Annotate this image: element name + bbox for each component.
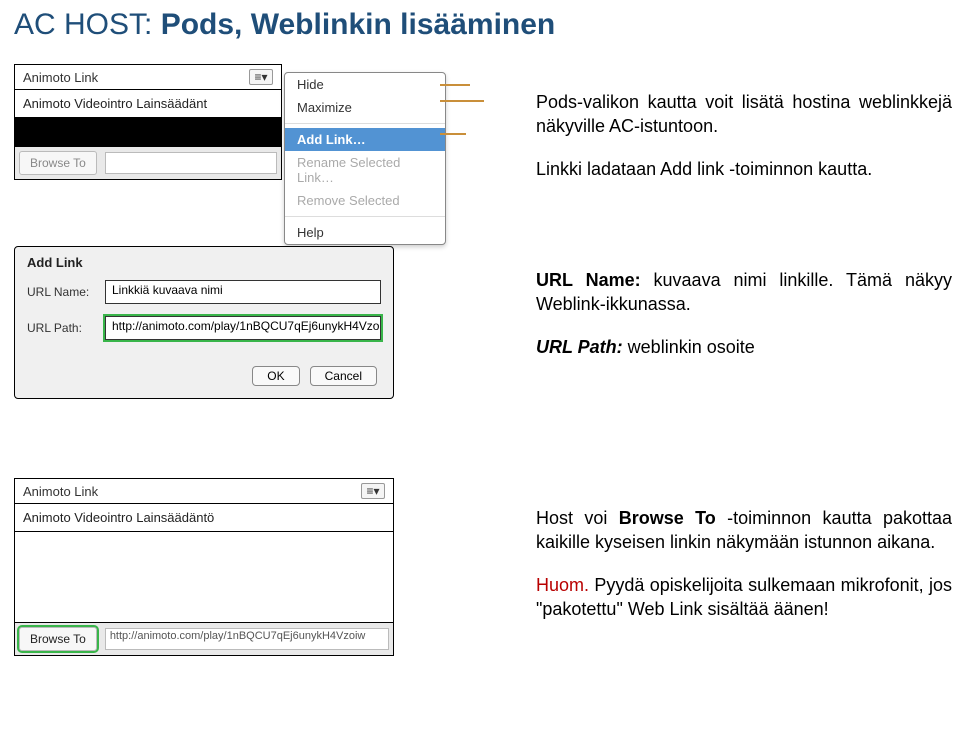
- browse-url-input[interactable]: http://animoto.com/play/1nBQCU7qEj6unykH…: [105, 628, 389, 650]
- browse-to-button[interactable]: Browse To: [19, 151, 97, 175]
- pod-context-menu: Hide Maximize Add Link… Rename Selected …: [284, 72, 446, 245]
- url-path-input[interactable]: http://animoto.com/play/1nBQCU7qEj6unykH…: [105, 316, 381, 340]
- url-name-row: URL Name: Linkkiä kuvaava nimi: [15, 274, 393, 310]
- connector-line: [440, 84, 470, 86]
- animoto-link-pod-1: Animoto Link ≡▾ Animoto Videointro Lains…: [14, 64, 282, 180]
- dialog-title: Add Link: [15, 247, 393, 274]
- pod-title: Animoto Link: [23, 70, 98, 85]
- page-title: AC HOST: Pods, Weblinkin lisääminen: [0, 0, 960, 50]
- instruction-1b: Linkki ladataan Add link -toiminnon kaut…: [536, 157, 952, 181]
- url-path-desc: URL Path: weblinkin osoite: [536, 335, 952, 359]
- browse-to-bar: Browse To http://animoto.com/play/1nBQCU…: [15, 622, 393, 655]
- link-row[interactable]: Animoto Videointro Lainsäädänt: [15, 89, 281, 117]
- label: URL Path:: [536, 337, 628, 357]
- pod-title: Animoto Link: [23, 484, 98, 499]
- instruction-block-2: URL Name: kuvaava nimi linkille. Tämä nä…: [536, 250, 952, 377]
- connector-line: [440, 100, 484, 102]
- instruction-block-3: Host voi Browse To -toiminnon kautta pak…: [536, 488, 952, 639]
- pod-menu-button[interactable]: ≡▾: [361, 483, 385, 499]
- link-row[interactable]: Animoto Videointro Lainsäädäntö: [15, 503, 393, 531]
- note: Huom. Pyydä opiskelijoita sulkemaan mikr…: [536, 573, 952, 622]
- instruction-block-1: Pods-valikon kautta voit lisätä hostina …: [536, 72, 952, 199]
- url-name-desc: URL Name: kuvaava nimi linkille. Tämä nä…: [536, 268, 952, 317]
- ok-button[interactable]: OK: [252, 366, 299, 386]
- add-link-dialog: Add Link URL Name: Linkkiä kuvaava nimi …: [14, 246, 394, 399]
- menu-hide[interactable]: Hide: [285, 73, 445, 96]
- pod-spacer: [15, 117, 281, 146]
- pod-header: Animoto Link ≡▾: [15, 479, 393, 503]
- url-name-label: URL Name:: [27, 285, 105, 299]
- browse-url-input[interactable]: [105, 152, 277, 174]
- title-prefix: AC HOST:: [14, 8, 161, 41]
- url-name-input[interactable]: Linkkiä kuvaava nimi: [105, 280, 381, 304]
- animoto-link-pod-2: Animoto Link ≡▾ Animoto Videointro Lains…: [14, 478, 394, 656]
- menu-add-link[interactable]: Add Link…: [285, 128, 445, 151]
- pod-body: [15, 531, 393, 622]
- menu-separator: [285, 216, 445, 217]
- dialog-buttons: OK Cancel: [15, 346, 393, 398]
- url-path-label: URL Path:: [27, 321, 105, 335]
- browse-to-bar: Browse To: [15, 146, 281, 179]
- browse-to-desc: Host voi Browse To -toiminnon kautta pak…: [536, 506, 952, 555]
- instruction-1a: Pods-valikon kautta voit lisätä hostina …: [536, 90, 952, 139]
- menu-help[interactable]: Help: [285, 221, 445, 244]
- label: URL Name:: [536, 270, 654, 290]
- menu-maximize[interactable]: Maximize: [285, 96, 445, 119]
- url-path-row: URL Path: http://animoto.com/play/1nBQCU…: [15, 310, 393, 346]
- connector-line: [440, 133, 466, 135]
- pod-menu-button[interactable]: ≡▾: [249, 69, 273, 85]
- pod-header: Animoto Link ≡▾: [15, 65, 281, 89]
- cancel-button[interactable]: Cancel: [310, 366, 377, 386]
- menu-rename-link: Rename Selected Link…: [285, 151, 445, 189]
- menu-remove-selected: Remove Selected: [285, 189, 445, 212]
- menu-separator: [285, 123, 445, 124]
- title-main: Pods, Weblinkin lisääminen: [161, 8, 556, 41]
- browse-to-button[interactable]: Browse To: [19, 627, 97, 651]
